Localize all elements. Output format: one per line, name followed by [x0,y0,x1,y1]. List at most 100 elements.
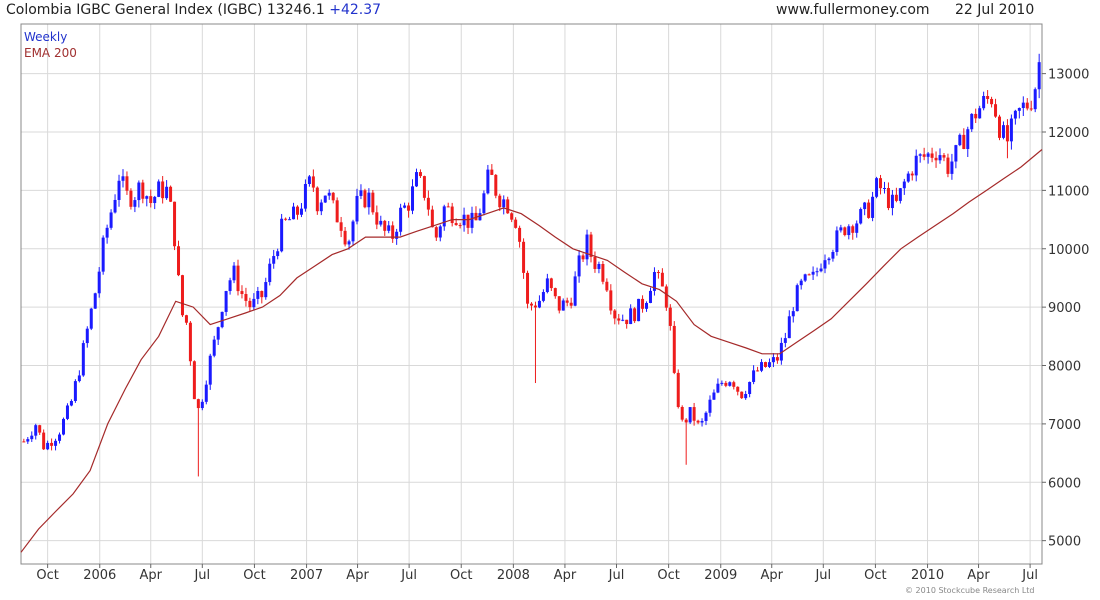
candle-body [446,206,450,208]
candle-body [236,265,240,292]
candle-body [906,173,910,182]
candle-body [668,307,672,326]
candle-body [898,188,902,201]
candle-body [69,400,73,406]
candle-body [859,209,863,224]
candle [180,274,184,317]
candle-body [418,172,422,177]
x-tick-label: Apr [554,568,577,583]
x-tick-label: Jul [400,568,417,583]
candle-body [676,372,680,407]
candle-body [660,272,664,287]
candle-body [728,382,732,386]
candle-body [946,157,950,174]
candle-body [557,296,561,311]
candle-body [339,222,343,231]
x-tick-label: Apr [346,568,369,583]
x-tick-label: Oct [36,568,58,583]
candle-body [276,251,280,257]
candle-body [533,305,537,308]
candle-body [910,173,914,176]
candle-body [371,192,375,213]
candle-body [117,180,121,200]
candle [188,321,192,366]
candle-body [1009,118,1013,142]
candle-body [510,213,514,220]
candle-body [827,258,831,261]
candle-body [752,370,756,382]
change-value: +42.37 [329,2,382,18]
candle [482,190,486,216]
candle-body [716,383,720,393]
candle-body [89,308,93,329]
candle-body [58,434,62,441]
candle-body [795,285,799,312]
candle-body [970,113,974,130]
candle-body [549,278,553,289]
candle-body [1005,125,1009,142]
candle-body [1033,89,1037,110]
candle-body [637,298,641,322]
candle-body [506,199,510,214]
candle-body [1029,108,1033,110]
candle-body [764,362,768,367]
candle-body [875,178,879,197]
candle-body [803,274,807,281]
candle-body [73,381,77,401]
candle-body [407,205,411,211]
candle-body [42,432,46,450]
candle-body [125,176,129,191]
candle-body [22,441,26,443]
candle-body [188,322,192,362]
candle-body [442,206,446,227]
candle-body [732,382,736,387]
candle-body [922,154,926,157]
candle-body [157,181,161,197]
candle-body [46,442,50,450]
candle [764,361,768,368]
candle-body [1025,102,1029,109]
x-tick-label: 2010 [911,568,944,583]
candle-body [430,209,434,228]
candle-body [1001,125,1005,138]
y-tick-label: 11000 [1048,184,1089,199]
candle-body [696,420,700,423]
candle [522,238,526,279]
candle [970,113,974,132]
candle-body [998,116,1002,138]
candle-body [93,293,97,309]
candle-body [775,357,779,361]
candle-body [113,199,117,213]
title-text: Colombia IGBC General Index (IGBC) 13246… [6,2,325,18]
candle [795,283,799,312]
candle-body [299,208,303,215]
candle-body [605,281,609,291]
candle [526,270,530,309]
candle [843,226,847,237]
candle-body [383,220,387,231]
candle-body [458,225,462,227]
candle-body [684,419,688,423]
candle-body [851,226,855,233]
candle [672,321,676,375]
candle [601,260,605,285]
candle [315,186,319,215]
candle-body [434,227,438,238]
candle-body [704,412,708,421]
x-tick-label: Apr [967,568,990,583]
candle [875,176,879,199]
candle-body [867,202,871,218]
x-tick-label: 2007 [290,568,323,583]
y-tick-label: 10000 [1048,243,1089,258]
chart-date: 22 Jul 2010 [955,2,1035,18]
candle [192,360,196,400]
candle-body [61,418,65,435]
candle [399,203,403,236]
x-tick-label: 2009 [704,568,737,583]
candle-body [577,255,581,277]
candle-body [177,246,181,276]
candle [422,175,426,201]
candle-body [1017,108,1021,111]
candle [89,307,93,331]
candle-body [767,362,771,367]
